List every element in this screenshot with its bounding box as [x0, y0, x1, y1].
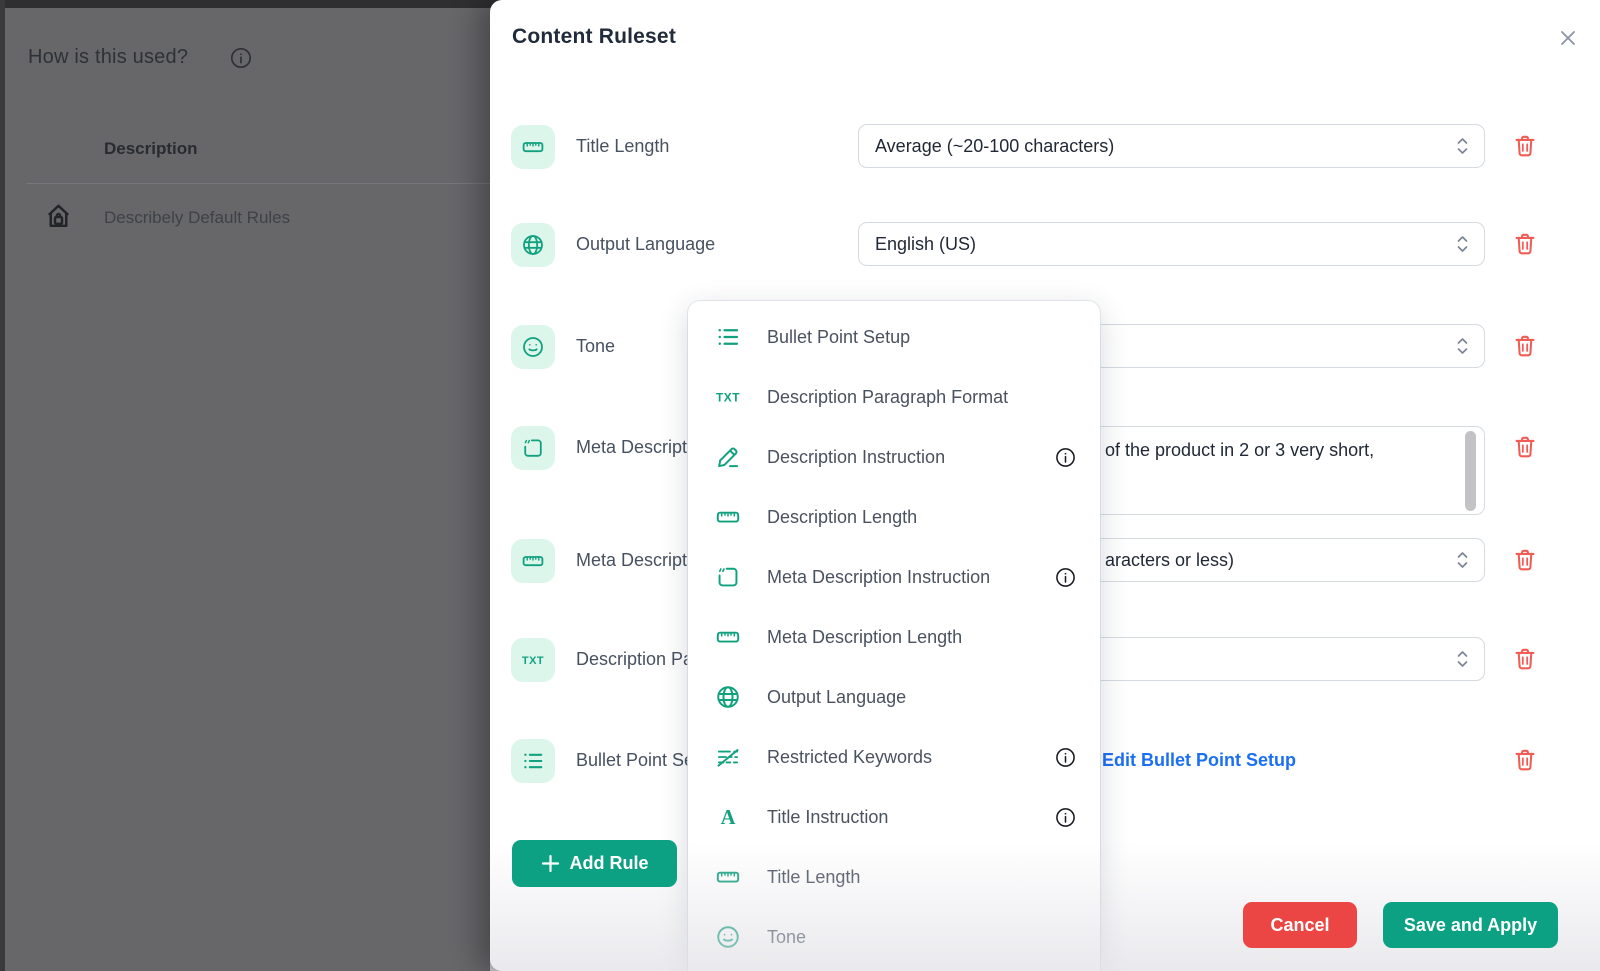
ruler-icon [511, 539, 555, 583]
house-icon [43, 200, 74, 231]
textarea-text: of the product in 2 or 3 very short, [1105, 440, 1374, 461]
chevron-updown-icon [1456, 235, 1469, 254]
ruler-icon [511, 125, 555, 169]
delete-rule-trash-icon[interactable] [1512, 133, 1538, 159]
menu-item-label: Output Language [767, 687, 906, 708]
bullet-list-icon [715, 324, 741, 350]
close-icon[interactable] [1554, 24, 1582, 52]
menu-item-title-length[interactable]: Title Length [688, 847, 1100, 907]
smiley-icon [511, 325, 555, 369]
chevron-updown-icon [1456, 337, 1469, 356]
menu-item-meta-description-instruction[interactable]: Meta Description Instruction [688, 547, 1100, 607]
how-is-this-used-heading: How is this used? [28, 46, 188, 69]
select-value: English (US) [875, 234, 976, 255]
chevron-updown-icon [1456, 551, 1469, 570]
delete-rule-trash-icon[interactable] [1512, 333, 1538, 359]
menu-item-description-length[interactable]: Description Length [688, 487, 1100, 547]
menu-item-description-instruction[interactable]: Description Instruction [688, 427, 1100, 487]
table-header-description: Description [104, 139, 198, 159]
menu-item-label: Meta Description Length [767, 627, 962, 648]
brackets-quote-icon [511, 426, 555, 470]
delete-rule-trash-icon[interactable] [1512, 434, 1538, 460]
svg-text:A: A [721, 807, 736, 829]
smiley-icon [715, 924, 741, 950]
delete-rule-trash-icon[interactable] [1512, 646, 1538, 672]
info-icon [230, 47, 252, 69]
delete-rule-trash-icon[interactable] [1512, 747, 1538, 773]
scrollbar-thumb[interactable] [1465, 431, 1476, 511]
svg-text:TXT: TXT [716, 390, 740, 404]
ruler-icon [715, 864, 741, 890]
letter-a-icon: A [715, 804, 741, 830]
menu-item-label: Title Instruction [767, 807, 888, 828]
table-row-describely-default-rules: Describely Default Rules [104, 208, 290, 228]
menu-item-output-language[interactable]: Output Language [688, 667, 1100, 727]
txt-icon: TXT [511, 638, 555, 682]
background-sidebar-edge [0, 0, 5, 971]
menu-item-label: Bullet Point Setup [767, 327, 910, 348]
chevron-updown-icon [1456, 137, 1469, 156]
output-language-select[interactable]: English (US) [858, 222, 1485, 266]
rule-label-title-length: Title Length [576, 136, 669, 157]
menu-item-meta-description-length[interactable]: Meta Description Length [688, 607, 1100, 667]
info-icon[interactable] [1055, 807, 1076, 828]
select-value: aracters or less) [1105, 550, 1234, 571]
delete-rule-trash-icon[interactable] [1512, 231, 1538, 257]
restricted-icon [715, 744, 741, 770]
menu-item-label: Restricted Keywords [767, 747, 932, 768]
rule-label-output-language: Output Language [576, 234, 715, 255]
content-ruleset-modal: Content Ruleset Title Length Average (~20… [490, 0, 1600, 971]
menu-item-title-instruction[interactable]: A Title Instruction [688, 787, 1100, 847]
menu-item-label: Meta Description Instruction [767, 567, 990, 588]
edit-bullet-point-setup-link[interactable]: Edit Bullet Point Setup [1102, 750, 1296, 771]
info-icon[interactable] [1055, 447, 1076, 468]
title-length-select[interactable]: Average (~20-100 characters) [858, 124, 1485, 168]
ruler-icon [715, 504, 741, 530]
globe-icon [511, 223, 555, 267]
background-top-bar [0, 0, 500, 8]
menu-item-bullet-point-setup[interactable]: Bullet Point Setup [688, 307, 1100, 367]
globe-icon [715, 684, 741, 710]
menu-item-label: Description Instruction [767, 447, 945, 468]
select-value: Average (~20-100 characters) [875, 136, 1114, 157]
menu-item-label: Description Paragraph Format [767, 387, 1008, 408]
menu-item-label: Title Length [767, 867, 860, 888]
save-and-apply-button[interactable]: Save and Apply [1383, 902, 1558, 948]
ruler-icon [715, 624, 741, 650]
modal-title: Content Ruleset [512, 25, 676, 49]
info-icon[interactable] [1055, 747, 1076, 768]
txt-icon: TXT [715, 384, 741, 410]
rule-type-dropdown-menu: Bullet Point Setup TXT Description Paragra… [688, 301, 1100, 971]
cancel-button[interactable]: Cancel [1243, 902, 1357, 948]
bullet-list-icon [511, 739, 555, 783]
add-rule-button[interactable]: Add Rule [512, 840, 677, 887]
chevron-updown-icon [1456, 650, 1469, 669]
dimmed-background-page: How is this used? Description Describely… [0, 0, 500, 971]
menu-item-restricted-keywords[interactable]: Restricted Keywords [688, 727, 1100, 787]
plus-icon [541, 854, 560, 873]
brackets-quote-icon [715, 564, 741, 590]
rule-label-tone: Tone [576, 336, 615, 357]
table-divider [27, 183, 490, 184]
menu-item-tone[interactable]: Tone [688, 907, 1100, 967]
pencil-icon [715, 444, 741, 470]
svg-text:TXT: TXT [522, 655, 544, 667]
screen: How is this used? Description Describely… [0, 0, 1600, 971]
menu-item-label: Tone [767, 927, 806, 948]
delete-rule-trash-icon[interactable] [1512, 547, 1538, 573]
info-icon[interactable] [1055, 567, 1076, 588]
menu-item-label: Description Length [767, 507, 917, 528]
menu-item-description-paragraph-format[interactable]: TXT Description Paragraph Format [688, 367, 1100, 427]
